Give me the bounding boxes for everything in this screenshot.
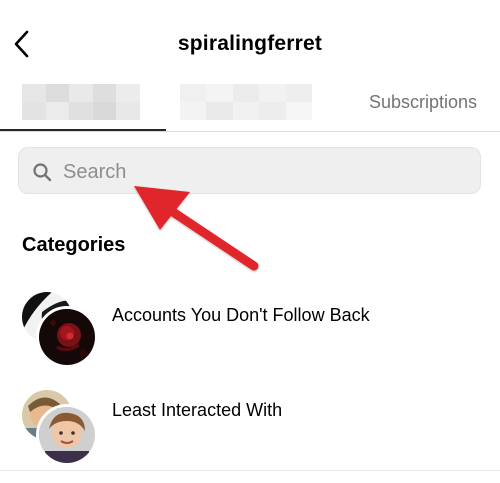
category-label: Least Interacted With [112,400,283,420]
page-title: spiralingferret [177,32,323,55]
search-bar[interactable] [18,147,481,194]
tab-subscriptions-label: Subscriptions [368,92,478,112]
avatar [36,306,98,368]
tab-bar: Subscriptions [0,72,500,132]
category-item-not-following-back[interactable]: Accounts You Don't Follow Back [0,288,500,368]
blurred-tab-label [22,84,140,120]
tab-followers[interactable] [0,72,166,132]
search-input[interactable] [61,156,465,188]
stacked-avatars-icon [22,292,98,368]
categories-heading: Categories [22,234,126,256]
category-label: Accounts You Don't Follow Back [112,305,370,325]
tab-following[interactable] [166,72,332,132]
tab-divider [0,131,500,132]
blurred-tab-label [180,84,312,120]
avatar [36,404,98,466]
category-item-least-interacted[interactable]: Least Interacted With [0,386,500,466]
divider [0,470,500,471]
stacked-avatars-icon [22,390,98,466]
search-icon [33,163,52,182]
tab-subscriptions[interactable]: Subscriptions [332,72,500,132]
